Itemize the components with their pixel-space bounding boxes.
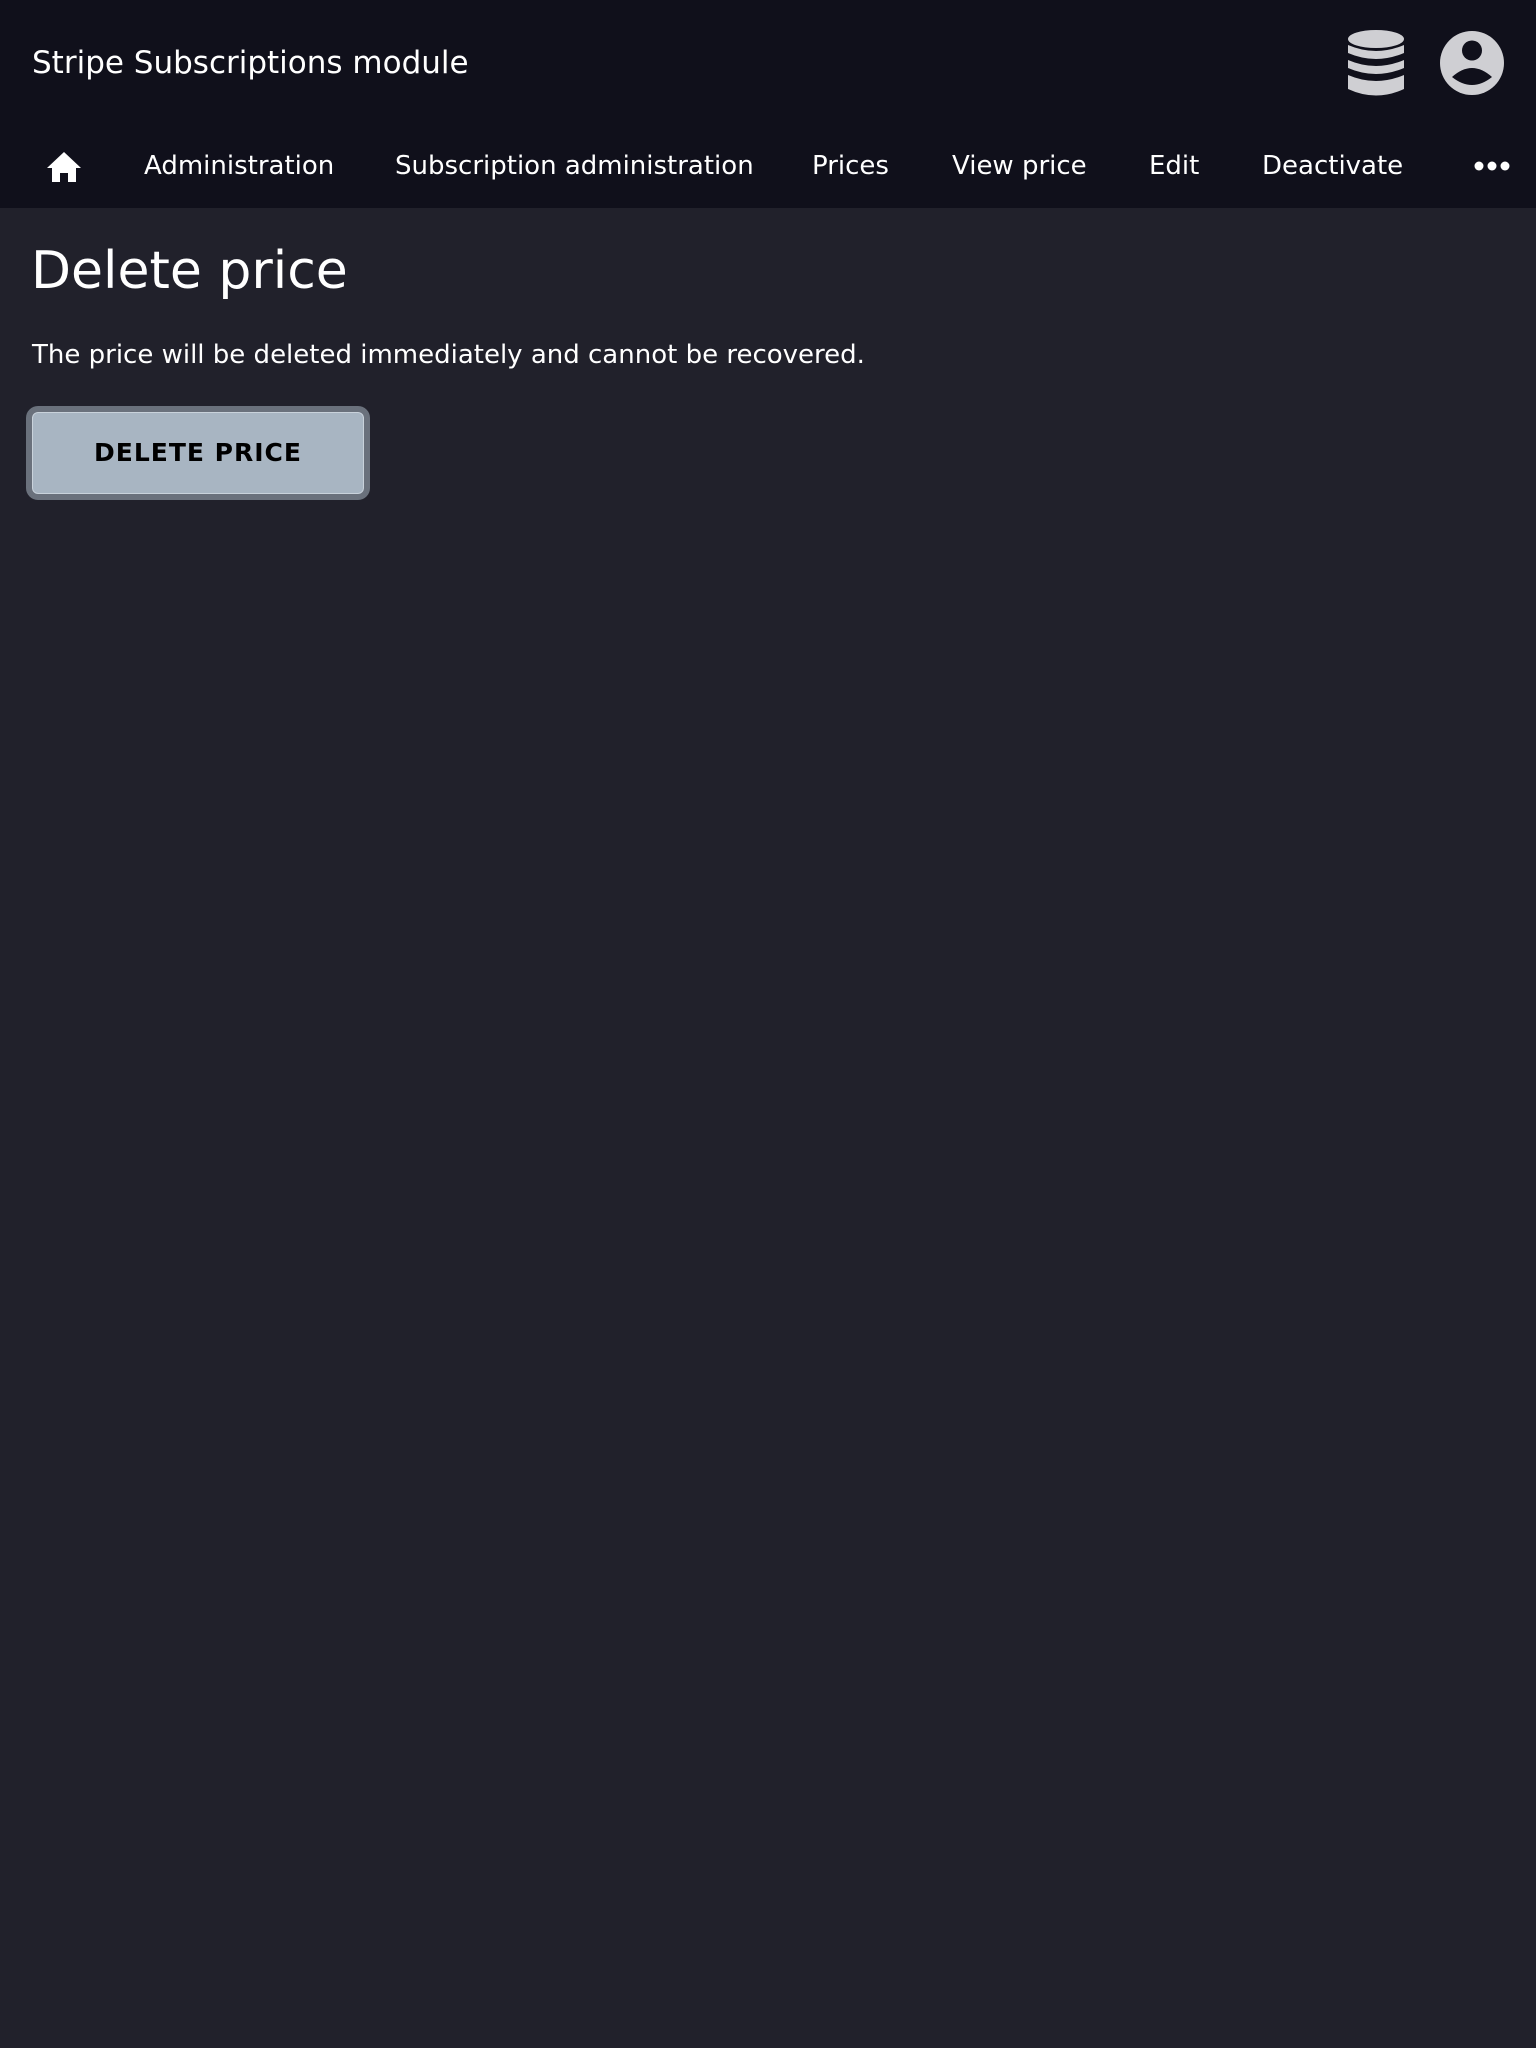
database-icon[interactable] — [1348, 30, 1404, 98]
user-account-icon[interactable] — [1440, 31, 1504, 95]
delete-warning-message: The price will be deleted immediately an… — [32, 340, 865, 370]
nav-link-view-price[interactable]: View price — [952, 148, 1087, 184]
app-title: Stripe Subscriptions module — [32, 45, 469, 81]
nav-link-deactivate[interactable]: Deactivate — [1262, 148, 1403, 184]
page-title: Delete price — [31, 241, 348, 301]
breadcrumb-nav: Administration Subscription administrati… — [0, 124, 1536, 208]
nav-link-prices[interactable]: Prices — [812, 148, 889, 184]
delete-price-button[interactable]: DELETE PRICE — [26, 406, 370, 500]
more-horizontal-icon[interactable] — [1474, 158, 1510, 174]
nav-link-administration[interactable]: Administration — [144, 148, 334, 184]
delete-price-button-label: DELETE PRICE — [94, 438, 302, 467]
nav-link-subscription-administration[interactable]: Subscription administration — [395, 148, 754, 184]
app-header: Stripe Subscriptions module — [0, 0, 1536, 124]
home-icon[interactable] — [45, 149, 83, 185]
nav-link-edit[interactable]: Edit — [1149, 148, 1199, 184]
